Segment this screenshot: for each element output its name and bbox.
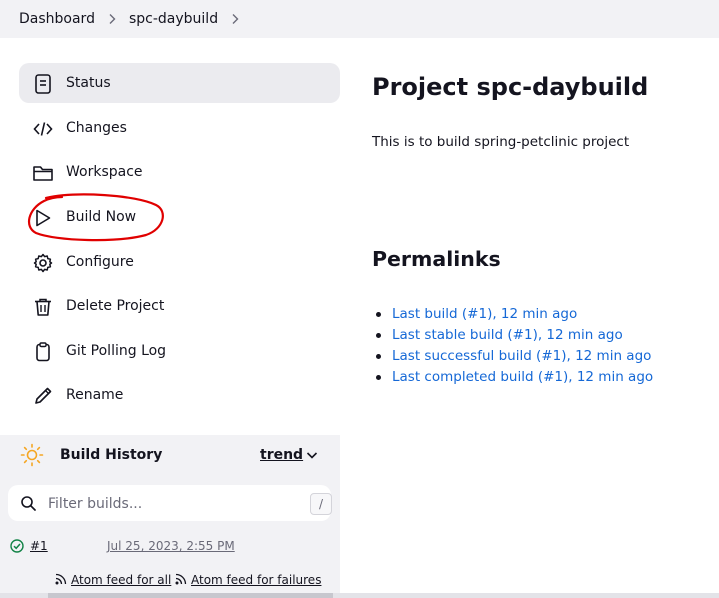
play-icon bbox=[32, 207, 54, 229]
permalink-last-completed-build[interactable]: Last completed build (#1), 12 min ago bbox=[392, 369, 653, 385]
breadcrumb-dashboard[interactable]: Dashboard bbox=[19, 11, 95, 27]
breadcrumb: Dashboard spc-daybuild bbox=[0, 0, 719, 38]
chevron-down-icon[interactable] bbox=[305, 448, 319, 462]
permalinks-list: Last build (#1), 12 min ago Last stable … bbox=[375, 304, 653, 388]
sidebar-item-label: Workspace bbox=[66, 164, 143, 180]
build-date-link[interactable]: Jul 25, 2023, 2:55 PM bbox=[107, 539, 235, 553]
sidebar-item-rename[interactable]: Rename bbox=[19, 375, 340, 415]
atom-feed-all-label: Atom feed for all bbox=[71, 573, 172, 587]
trend-link[interactable]: trend bbox=[260, 447, 303, 463]
build-history-title: Build History bbox=[60, 447, 163, 463]
keyboard-shortcut-badge: / bbox=[310, 493, 332, 515]
success-check-icon bbox=[10, 539, 24, 553]
sidebar-item-git-polling-log[interactable]: Git Polling Log bbox=[19, 331, 340, 371]
list-item: Last successful build (#1), 12 min ago bbox=[375, 346, 653, 367]
list-item: Last stable build (#1), 12 min ago bbox=[375, 325, 653, 346]
build-filter-area: / bbox=[0, 476, 340, 530]
project-description: This is to build spring-petclinic projec… bbox=[372, 134, 630, 150]
clipboard-icon bbox=[32, 341, 54, 363]
build-row[interactable]: #1 Jul 25, 2023, 2:55 PM bbox=[0, 530, 340, 562]
chevron-right-icon[interactable] bbox=[230, 13, 240, 25]
sidebar-item-build-now[interactable]: Build Now bbox=[19, 197, 340, 237]
permalinks-title: Permalinks bbox=[372, 247, 501, 271]
atom-feed-failures-link[interactable]: Atom feed for failures bbox=[175, 573, 321, 587]
sidebar-item-label: Build Now bbox=[66, 209, 137, 225]
atom-feed-failures-label: Atom feed for failures bbox=[191, 573, 322, 587]
sidebar-item-label: Delete Project bbox=[66, 298, 165, 314]
sidebar-item-label: Configure bbox=[66, 254, 134, 270]
sidebar-item-configure[interactable]: Configure bbox=[19, 242, 340, 282]
search-icon bbox=[20, 495, 37, 512]
atom-feed-all-link[interactable]: Atom feed for all bbox=[55, 573, 171, 587]
build-filter-input[interactable] bbox=[46, 493, 290, 515]
sidebar-item-status[interactable]: Status bbox=[19, 63, 340, 103]
permalink-last-build[interactable]: Last build (#1), 12 min ago bbox=[392, 306, 577, 322]
build-number-link[interactable]: #1 bbox=[30, 539, 48, 553]
folder-icon bbox=[32, 162, 54, 184]
build-history-header: Build History trend bbox=[0, 435, 340, 476]
sidebar-item-label: Rename bbox=[66, 387, 124, 403]
sidebar-item-label: Changes bbox=[66, 120, 127, 136]
page-title: Project spc-daybuild bbox=[372, 73, 649, 101]
scrollbar-thumb[interactable] bbox=[48, 593, 333, 598]
chevron-right-icon bbox=[107, 13, 117, 25]
gear-icon bbox=[32, 252, 54, 274]
trash-icon bbox=[32, 296, 54, 318]
build-filter-box: / bbox=[8, 485, 332, 521]
sidebar-item-workspace[interactable]: Workspace bbox=[19, 152, 340, 192]
document-icon bbox=[32, 73, 54, 95]
rss-icon bbox=[175, 573, 187, 585]
sidebar-item-delete-project[interactable]: Delete Project bbox=[19, 286, 340, 326]
sidebar-item-label: Status bbox=[66, 75, 111, 91]
sidebar-item-changes[interactable]: Changes bbox=[19, 108, 340, 148]
breadcrumb-project[interactable]: spc-daybuild bbox=[129, 11, 218, 27]
list-item: Last completed build (#1), 12 min ago bbox=[375, 367, 653, 388]
rss-icon bbox=[55, 573, 67, 585]
permalink-last-stable-build[interactable]: Last stable build (#1), 12 min ago bbox=[392, 327, 623, 343]
permalink-last-successful-build[interactable]: Last successful build (#1), 12 min ago bbox=[392, 348, 651, 364]
sun-icon bbox=[20, 443, 44, 467]
code-icon bbox=[32, 118, 54, 140]
sidebar-item-label: Git Polling Log bbox=[66, 343, 167, 359]
main-content: Project spc-daybuild This is to build sp… bbox=[372, 38, 719, 598]
pencil-icon bbox=[32, 385, 54, 407]
list-item: Last build (#1), 12 min ago bbox=[375, 304, 653, 325]
